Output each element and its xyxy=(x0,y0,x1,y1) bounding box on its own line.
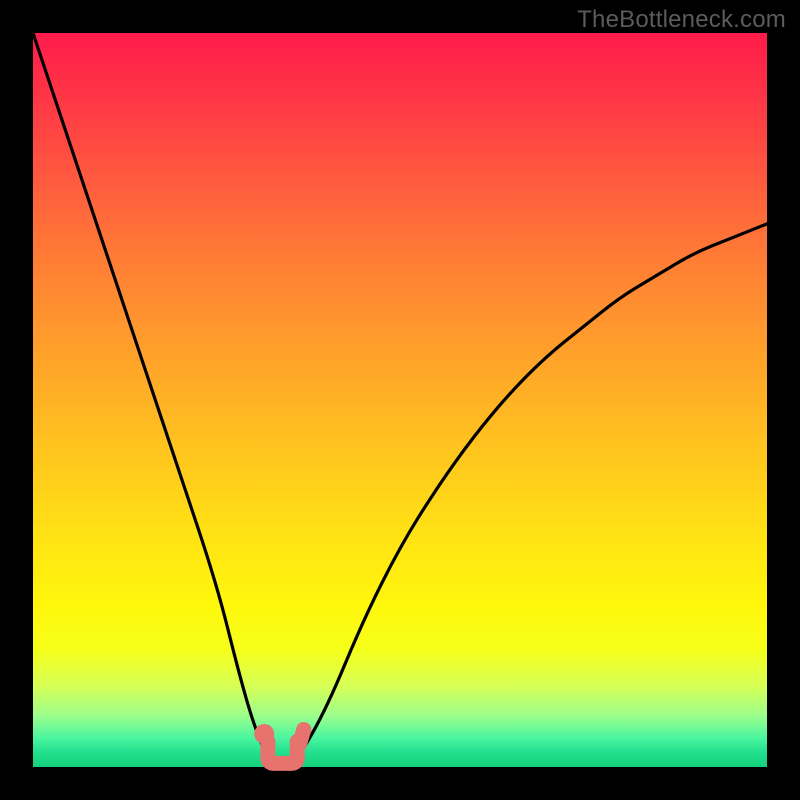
watermark-text: TheBottleneck.com xyxy=(577,6,786,34)
curve-layer xyxy=(33,33,767,767)
plot-area xyxy=(33,33,767,767)
bottleneck-curve xyxy=(33,33,767,767)
chart-frame: TheBottleneck.com xyxy=(0,0,800,800)
